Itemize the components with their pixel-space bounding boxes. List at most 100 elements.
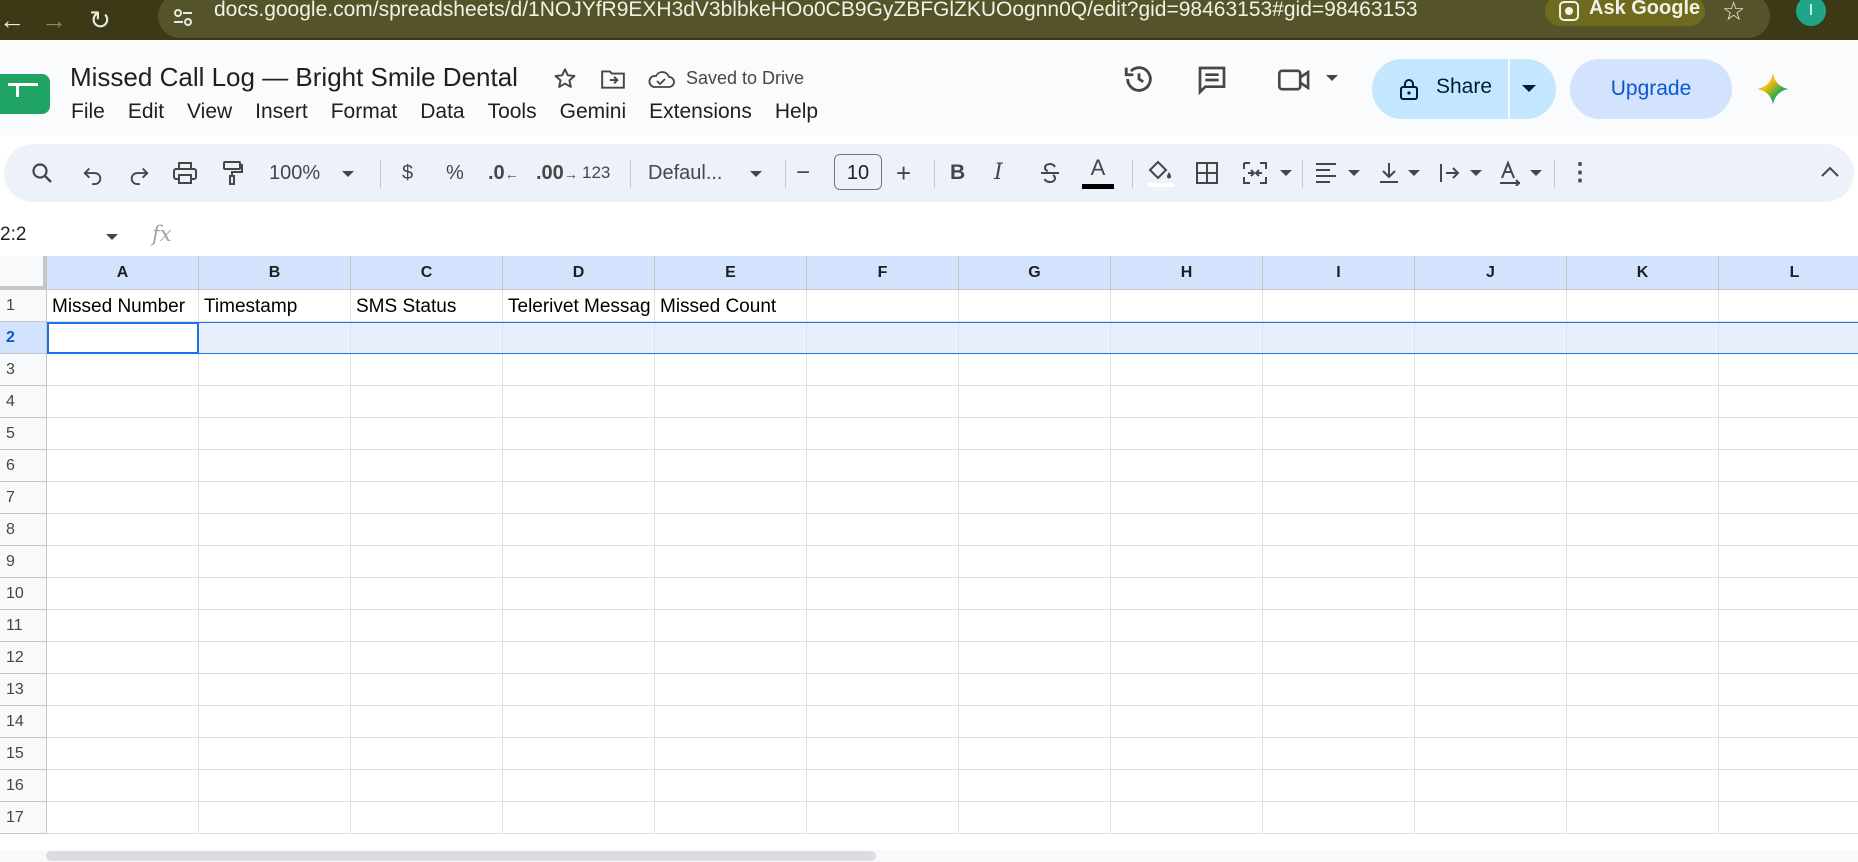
- cell-l4[interactable]: [1719, 386, 1858, 418]
- cell-b6[interactable]: [199, 450, 351, 482]
- cell-b17[interactable]: [199, 802, 351, 834]
- bookmark-star-icon[interactable]: ☆: [1722, 0, 1745, 27]
- column-header-c[interactable]: C: [351, 256, 503, 290]
- cell-e6[interactable]: [655, 450, 807, 482]
- cell-a1[interactable]: Missed Number: [47, 290, 199, 322]
- cell-a7[interactable]: [47, 482, 199, 514]
- cell-i10[interactable]: [1263, 578, 1415, 610]
- cell-e4[interactable]: [655, 386, 807, 418]
- cell-b15[interactable]: [199, 738, 351, 770]
- cell-d9[interactable]: [503, 546, 655, 578]
- cell-j7[interactable]: [1415, 482, 1567, 514]
- name-box-dropdown-icon[interactable]: [106, 234, 118, 240]
- cell-i8[interactable]: [1263, 514, 1415, 546]
- cell-c5[interactable]: [351, 418, 503, 450]
- cell-g4[interactable]: [959, 386, 1111, 418]
- cell-g2[interactable]: [959, 322, 1111, 354]
- cell-j12[interactable]: [1415, 642, 1567, 674]
- borders-icon[interactable]: [1196, 162, 1218, 184]
- gemini-icon[interactable]: [1756, 72, 1790, 106]
- cell-e13[interactable]: [655, 674, 807, 706]
- cell-h1[interactable]: [1111, 290, 1263, 322]
- cell-i3[interactable]: [1263, 354, 1415, 386]
- cell-a14[interactable]: [47, 706, 199, 738]
- column-header-i[interactable]: I: [1263, 256, 1415, 290]
- column-header-b[interactable]: B: [199, 256, 351, 290]
- cell-l5[interactable]: [1719, 418, 1858, 450]
- text-wrapping-dropdown-icon[interactable]: [1470, 170, 1482, 176]
- cell-j1[interactable]: [1415, 290, 1567, 322]
- cell-g12[interactable]: [959, 642, 1111, 674]
- back-icon[interactable]: ←: [0, 4, 28, 36]
- redo-icon[interactable]: [128, 163, 150, 185]
- cell-d4[interactable]: [503, 386, 655, 418]
- row-header-8[interactable]: 8: [0, 514, 47, 546]
- cell-k17[interactable]: [1567, 802, 1719, 834]
- cell-k6[interactable]: [1567, 450, 1719, 482]
- cell-h13[interactable]: [1111, 674, 1263, 706]
- horizontal-align-dropdown-icon[interactable]: [1348, 170, 1360, 176]
- cell-i5[interactable]: [1263, 418, 1415, 450]
- cell-c17[interactable]: [351, 802, 503, 834]
- cell-d5[interactable]: [503, 418, 655, 450]
- scrollbar-thumb[interactable]: [46, 851, 876, 861]
- cell-f14[interactable]: [807, 706, 959, 738]
- cell-f8[interactable]: [807, 514, 959, 546]
- cell-k3[interactable]: [1567, 354, 1719, 386]
- cell-d2[interactable]: [503, 322, 655, 354]
- cell-c4[interactable]: [351, 386, 503, 418]
- cell-k11[interactable]: [1567, 610, 1719, 642]
- address-bar[interactable]: docs.google.com/spreadsheets/d/1NOJYfR9E…: [158, 0, 1770, 38]
- site-settings-icon[interactable]: [172, 6, 194, 28]
- cell-h14[interactable]: [1111, 706, 1263, 738]
- cell-e9[interactable]: [655, 546, 807, 578]
- column-header-f[interactable]: F: [807, 256, 959, 290]
- cell-i15[interactable]: [1263, 738, 1415, 770]
- cell-c15[interactable]: [351, 738, 503, 770]
- spreadsheet-grid[interactable]: ABCDEFGHIJKL 1 Missed Number Timestamp SMS …: [0, 256, 1858, 852]
- cell-l10[interactable]: [1719, 578, 1858, 610]
- cell-c8[interactable]: [351, 514, 503, 546]
- cell-e1[interactable]: Missed Count: [655, 290, 807, 322]
- cell-a5[interactable]: [47, 418, 199, 450]
- cell-h11[interactable]: [1111, 610, 1263, 642]
- cell-h2[interactable]: [1111, 322, 1263, 354]
- cell-a15[interactable]: [47, 738, 199, 770]
- cell-c16[interactable]: [351, 770, 503, 802]
- column-header-g[interactable]: G: [959, 256, 1111, 290]
- horizontal-align-icon[interactable]: [1314, 162, 1338, 184]
- cell-b4[interactable]: [199, 386, 351, 418]
- row-header-12[interactable]: 12: [0, 642, 47, 674]
- cell-h6[interactable]: [1111, 450, 1263, 482]
- cell-d15[interactable]: [503, 738, 655, 770]
- cell-f4[interactable]: [807, 386, 959, 418]
- cell-l16[interactable]: [1719, 770, 1858, 802]
- cell-i7[interactable]: [1263, 482, 1415, 514]
- menu-extensions[interactable]: Extensions: [649, 100, 752, 124]
- cell-i6[interactable]: [1263, 450, 1415, 482]
- bold-button[interactable]: B: [950, 144, 965, 202]
- cell-f15[interactable]: [807, 738, 959, 770]
- formula-input[interactable]: [196, 220, 1836, 250]
- menu-help[interactable]: Help: [775, 100, 818, 124]
- cell-j17[interactable]: [1415, 802, 1567, 834]
- cell-k10[interactable]: [1567, 578, 1719, 610]
- cell-a9[interactable]: [47, 546, 199, 578]
- menu-format[interactable]: Format: [331, 100, 398, 124]
- cell-l11[interactable]: [1719, 610, 1858, 642]
- cell-b7[interactable]: [199, 482, 351, 514]
- cell-f12[interactable]: [807, 642, 959, 674]
- cell-e17[interactable]: [655, 802, 807, 834]
- cell-g10[interactable]: [959, 578, 1111, 610]
- cell-d1[interactable]: Telerivet Messag: [503, 290, 655, 322]
- cell-a11[interactable]: [47, 610, 199, 642]
- column-header-l[interactable]: L: [1719, 256, 1858, 290]
- cell-g16[interactable]: [959, 770, 1111, 802]
- cell-a4[interactable]: [47, 386, 199, 418]
- cell-b2[interactable]: [199, 322, 351, 354]
- menu-tools[interactable]: Tools: [488, 100, 537, 124]
- name-box[interactable]: 2:2: [0, 224, 26, 246]
- menu-edit[interactable]: Edit: [128, 100, 164, 124]
- cell-e8[interactable]: [655, 514, 807, 546]
- text-wrapping-icon[interactable]: [1438, 161, 1462, 185]
